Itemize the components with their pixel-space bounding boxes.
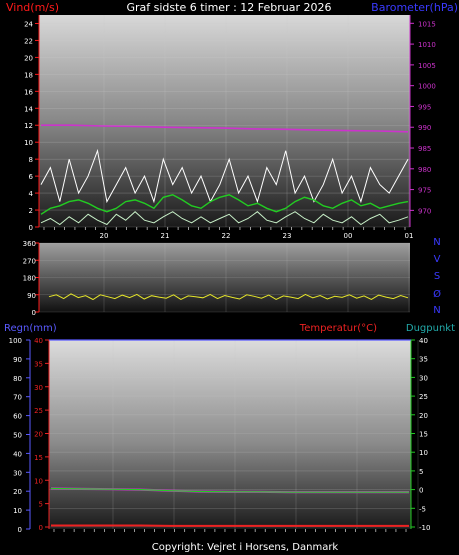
barometer-tick-label: 1000: [418, 83, 436, 91]
rain-tick-label: 70: [13, 394, 22, 402]
rain-tick-label: 40: [13, 450, 22, 458]
wind-tick-label: 16: [24, 88, 33, 96]
temp-mid-tick-label: 20: [34, 431, 43, 439]
temp-mid-tick-label: 25: [34, 407, 43, 415]
wind-tick-label: 2: [29, 207, 33, 215]
chart-title: Graf sidste 6 timer : 12 Februar 2026: [126, 1, 331, 14]
rain-tick-label: 50: [13, 432, 22, 440]
time-tick-label: 20: [100, 232, 109, 240]
wind-plot-area: [39, 15, 410, 227]
temp-tick-label: 20: [419, 412, 428, 420]
rain-tick-label: 90: [13, 356, 22, 364]
rain-tick-label: 60: [13, 413, 22, 421]
temp-mid-tick-label: 5: [39, 501, 43, 509]
rain-axis-title: Regn(mm): [4, 323, 57, 334]
time-tick-label: 23: [283, 232, 292, 240]
time-tick-label: 01: [405, 232, 414, 240]
rain-tick-label: 30: [13, 469, 22, 477]
rain-tick-label: 20: [13, 488, 22, 496]
weather-graph: Vind(m/s) Graf sidste 6 timer : 12 Febru…: [4, 1, 458, 553]
time-tick-label: 22: [222, 232, 231, 240]
wind-tick-label: 24: [24, 20, 33, 28]
barometer-tick-label: 985: [418, 145, 431, 153]
compass-label: N: [433, 305, 440, 316]
barometer-tick-label: 975: [418, 187, 431, 195]
time-axis: 20 21 22 23 00 01: [43, 227, 414, 240]
compass-label: V: [434, 254, 441, 265]
temp-tick-label: 25: [419, 393, 428, 401]
temp-tick-label: 15: [419, 431, 428, 439]
rain-tick-label: 100: [9, 337, 22, 345]
barometer-axis-title: Barometer(hPa): [371, 1, 458, 14]
direction-axis: 0 90 180 270 360: [23, 240, 40, 317]
direction-tick-label: 270: [23, 257, 36, 265]
barometer-axis: 970 975 980 985 990 995 1000 1005 1010 1015: [409, 15, 436, 227]
wind-tick-label: 12: [24, 122, 33, 130]
compass-label: N: [433, 237, 440, 248]
copyright-text: Copyright: Vejret i Horsens, Danmark: [152, 542, 339, 553]
temp-tick-label: 10: [419, 449, 428, 457]
wind-tick-label: 4: [29, 190, 34, 198]
temp-tick-label: 30: [419, 374, 428, 382]
temp-mid-tick-label: 30: [34, 384, 43, 392]
rain-tick-label: 10: [13, 507, 22, 515]
temp-tick-label: 40: [419, 337, 428, 345]
temperature-axis-title: Temperatur(°C): [299, 323, 377, 334]
wind-tick-label: 20: [24, 54, 33, 62]
direction-tick-label: 360: [23, 240, 36, 248]
wind-tick-label: 18: [24, 71, 33, 79]
wind-tick-label: 0: [29, 224, 33, 232]
temp-tick-label: -10: [419, 524, 430, 532]
barometer-tick-label: 1005: [418, 62, 436, 70]
compass-label: Ø: [433, 288, 441, 300]
temp-tick-label: 35: [419, 356, 428, 364]
direction-tick-label: 180: [23, 275, 36, 283]
wind-tick-label: 22: [24, 37, 33, 45]
compass-labels: NVSØN: [433, 237, 441, 316]
rain-tick-label: 0: [18, 526, 22, 534]
temp-mid-tick-label: 0: [39, 524, 43, 532]
temp-tick-label: 5: [419, 468, 423, 476]
dewpoint-axis-title: Dugpunkt: [406, 323, 455, 334]
time-tick-label: 00: [344, 232, 353, 240]
temp-mid-tick-label: 15: [34, 454, 43, 462]
compass-label: S: [434, 271, 440, 282]
temp-tick-label: 0: [419, 487, 423, 495]
wind-axis: 024681012141618202224: [24, 15, 40, 232]
barometer-tick-label: 1015: [418, 20, 436, 28]
temp-mid-tick-label: 35: [34, 360, 43, 368]
direction-tick-label: 0: [32, 309, 36, 317]
wind-tick-label: 8: [29, 156, 33, 164]
temp-mid-tick-label: 40: [34, 337, 43, 345]
wind-tick-label: 10: [24, 139, 33, 147]
wind-tick-label: 6: [29, 173, 34, 181]
barometer-tick-label: 1010: [418, 41, 436, 49]
rain-tick-label: 80: [13, 375, 22, 383]
barometer-tick-label: 990: [418, 124, 431, 132]
barometer-tick-label: 970: [418, 207, 431, 215]
wind-tick-label: 14: [24, 105, 33, 113]
direction-tick-label: 90: [27, 292, 36, 300]
temp-tick-label: -5: [419, 505, 426, 513]
barometer-tick-label: 995: [418, 103, 431, 111]
temp-mid-tick-label: 10: [34, 477, 43, 485]
barometer-tick-label: 980: [418, 166, 431, 174]
time-tick-label: 21: [161, 232, 170, 240]
wind-axis-title: Vind(m/s): [6, 1, 59, 14]
